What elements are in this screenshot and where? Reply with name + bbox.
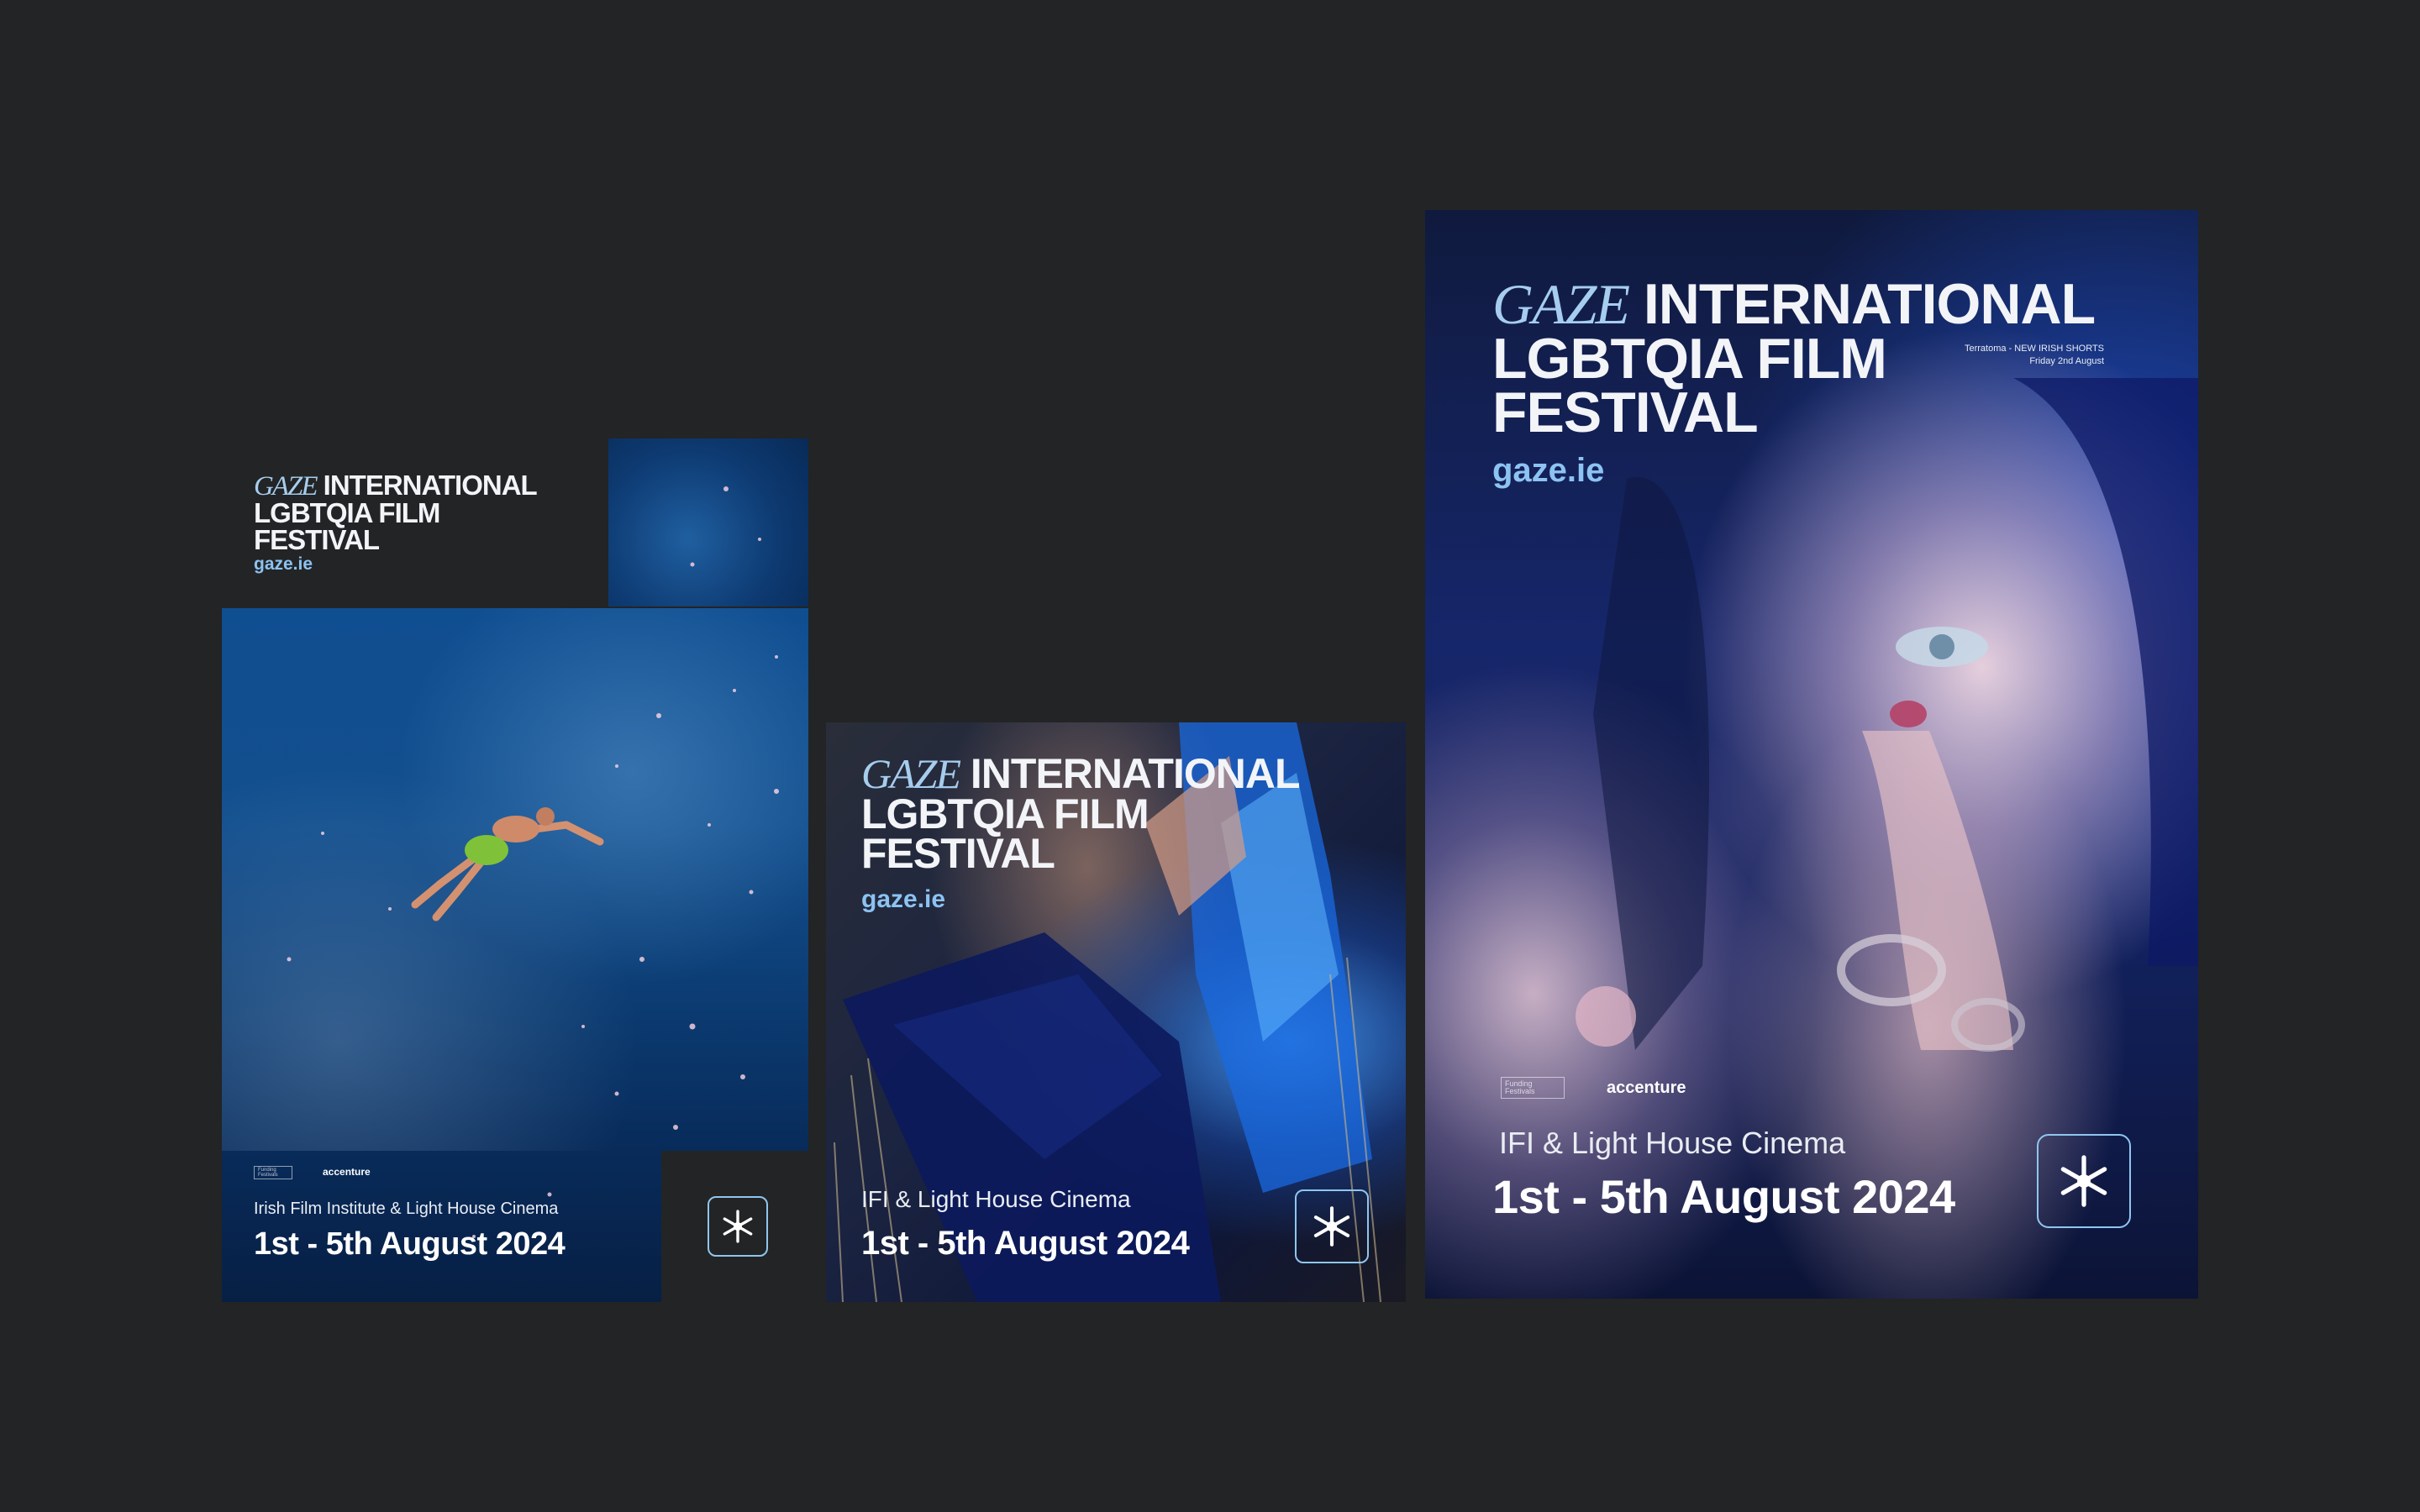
venue-label: IFI & Light House Cinema — [861, 1186, 1131, 1212]
venue-label: Irish Film Institute & Light House Cinem… — [254, 1200, 559, 1218]
asterisk-logo-icon — [723, 1210, 753, 1243]
festival-title: GAZE INTERNATIONAL LGBTQIA FILM FESTIVAL — [254, 470, 538, 555]
screening-info: Terratoma - NEW IRISH SHORTS Friday 2nd … — [1964, 344, 2104, 367]
festival-dates: 1st - 5th August 2024 — [254, 1226, 566, 1262]
accenture-logo: accenture — [1607, 1079, 1686, 1097]
swimmer-figure — [411, 807, 604, 921]
festival-logo-badge — [2037, 1134, 2131, 1228]
festival-url[interactable]: gaze.ie — [254, 554, 313, 575]
festival-logo-badge — [708, 1196, 768, 1257]
asterisk-logo-icon — [1303, 1198, 1360, 1255]
accenture-logo: accenture — [323, 1166, 371, 1178]
funding-festivals-logo: Funding Festivals — [1501, 1077, 1565, 1099]
poster-square: GAZE INTERNATIONAL LGBTQIA FILM FESTIVAL… — [826, 722, 1406, 1302]
festival-dates: 1st - 5th August 2024 — [1492, 1170, 1955, 1223]
poster-large: GAZE INTERNATIONAL LGBTQIA FILM FESTIVAL… — [1425, 210, 2198, 1299]
funding-festivals-logo: Funding Festivals — [254, 1166, 292, 1179]
festival-logo-badge — [1295, 1189, 1369, 1263]
festival-dates: 1st - 5th August 2024 — [861, 1225, 1190, 1262]
festival-url[interactable]: gaze.ie — [861, 885, 945, 914]
venue-label: IFI & Light House Cinema — [1499, 1126, 1846, 1160]
poster-tall: GAZE INTERNATIONAL LGBTQIA FILM FESTIVAL… — [222, 438, 808, 1302]
asterisk-logo-icon — [2047, 1144, 2121, 1218]
festival-url[interactable]: gaze.ie — [1492, 452, 1604, 490]
festival-title: GAZE INTERNATIONAL LGBTQIA FILM FESTIVAL — [861, 750, 1300, 877]
